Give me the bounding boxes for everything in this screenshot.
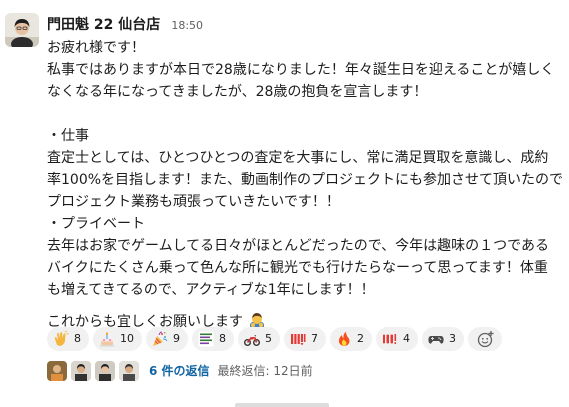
message-line: なくなる年になってきましたが、28歳の抱負を宣言します！ bbox=[47, 84, 428, 100]
message-body: お疲れ様です！ 私事ではありますが本日で28歳になりました！年々誕生日を迎えるこ… bbox=[47, 37, 567, 333]
motorcycle-icon bbox=[244, 331, 260, 347]
reply-avatar bbox=[71, 360, 91, 381]
reaction-custom-red-text[interactable]: 7 bbox=[284, 327, 326, 351]
last-reply-time: 最終返信: 12日前 bbox=[217, 364, 313, 378]
reaction-bar: 8 10 9 8 5 7 2 4 3 bbox=[47, 327, 502, 351]
reaction-count: 3 bbox=[449, 332, 456, 345]
reply-avatar bbox=[119, 360, 139, 381]
message-line: 去年はお家でゲームしてる日々がほとんどだったので、今年は趣味の１つである bbox=[47, 238, 550, 254]
reaction-custom-text-stamp[interactable]: 8 bbox=[192, 327, 234, 351]
reaction-count: 9 bbox=[173, 332, 180, 345]
thread-summary[interactable]: 6 件の返信 最終返信: 12日前 bbox=[47, 360, 313, 384]
reaction-count: 5 bbox=[265, 332, 272, 345]
custom-red-text-icon-2 bbox=[382, 331, 398, 347]
custom-red-text-icon bbox=[290, 331, 306, 347]
reaction-count: 4 bbox=[403, 332, 410, 345]
reaction-count: 8 bbox=[219, 332, 226, 345]
thread-replies-link[interactable]: 6 件の返信 bbox=[149, 362, 210, 379]
cake-icon bbox=[99, 331, 115, 347]
message-line: ・仕事 bbox=[47, 128, 89, 144]
reply-avatar bbox=[47, 360, 67, 381]
message-line: プロジェクト業務も頑張っていきたいです！！ bbox=[47, 194, 340, 210]
reaction-count: 8 bbox=[74, 332, 81, 345]
message: 門田魁 22 仙台店 18:50 お疲れ様です！ 私事ではありますが本日で28歳… bbox=[0, 0, 569, 407]
timestamp[interactable]: 18:50 bbox=[171, 19, 203, 32]
add-reaction-icon bbox=[477, 330, 495, 348]
clap-icon bbox=[53, 329, 69, 347]
message-line: ・プライベート bbox=[47, 216, 145, 232]
author-name[interactable]: 門田魁 22 仙台店 bbox=[47, 17, 160, 33]
reaction-fire[interactable]: 2 bbox=[330, 327, 372, 351]
reaction-count: 7 bbox=[311, 332, 318, 345]
scroll-indicator bbox=[235, 403, 329, 407]
reaction-motorcycle[interactable]: 5 bbox=[238, 327, 280, 351]
fire-icon bbox=[336, 331, 352, 347]
reaction-clap[interactable]: 8 bbox=[47, 327, 89, 351]
game-controller-icon bbox=[428, 331, 444, 347]
message-line: 私事ではありますが本日で28歳になりました！年々誕生日を迎えることが嬉しく bbox=[47, 62, 555, 78]
message-line: も増えてきてるので、アクティブな1年にします！！ bbox=[47, 282, 375, 298]
message-line: 率100%を目指します！また、動画制作のプロジェクトにも参加させて頂いたので bbox=[47, 172, 564, 188]
reaction-game-controller[interactable]: 3 bbox=[422, 327, 464, 351]
reaction-party-popper[interactable]: 9 bbox=[146, 327, 188, 351]
message-line: 査定士としては、ひとつひとつの査定を大事にし、常に満足買取を意識し、成約 bbox=[47, 150, 549, 166]
reaction-count: 2 bbox=[357, 332, 364, 345]
author-avatar[interactable] bbox=[5, 13, 39, 47]
reaction-count: 10 bbox=[120, 332, 134, 345]
custom-text-stamp-icon bbox=[198, 331, 214, 347]
party-popper-icon bbox=[152, 331, 168, 347]
message-line: バイクにたくさん乗って色んな所に観光でも行けたらなーって思ってます！体重 bbox=[47, 260, 548, 276]
reaction-cake[interactable]: 10 bbox=[93, 327, 142, 351]
message-line: お疲れ様です！ bbox=[47, 40, 145, 56]
reaction-custom-red-text-2[interactable]: 4 bbox=[376, 327, 418, 351]
reply-avatar bbox=[95, 360, 115, 381]
add-reaction-button[interactable] bbox=[468, 327, 502, 351]
message-header: 門田魁 22 仙台店 18:50 bbox=[47, 14, 203, 34]
